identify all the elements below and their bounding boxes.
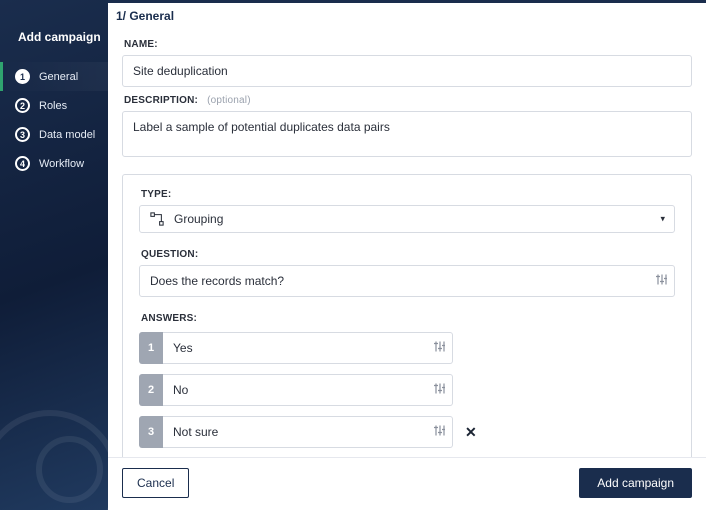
sidebar-title: Add campaign bbox=[0, 30, 108, 62]
sliders-icon[interactable] bbox=[434, 383, 445, 398]
sliders-icon[interactable] bbox=[656, 274, 667, 289]
submit-button[interactable]: Add campaign bbox=[579, 468, 692, 498]
description-label-text: DESCRIPTION: bbox=[124, 95, 198, 106]
answer-input-wrap bbox=[163, 416, 453, 448]
answer-input[interactable] bbox=[163, 374, 453, 406]
page-title: 1/ General bbox=[108, 3, 706, 31]
type-select[interactable]: Grouping bbox=[139, 205, 675, 233]
answers-label: ANSWERS: bbox=[141, 313, 675, 324]
sliders-icon[interactable] bbox=[434, 341, 445, 356]
footer: Cancel Add campaign bbox=[108, 457, 706, 510]
type-value: Grouping bbox=[174, 212, 223, 226]
sidebar: Add campaign 1 General 2 Roles 3 Data model 4W… bbox=[0, 0, 108, 510]
cancel-button[interactable]: Cancel bbox=[122, 468, 189, 498]
type-card: TYPE: Grouping ▾ QUESTION: bbox=[122, 174, 692, 457]
remove-answer-button[interactable]: ✕ bbox=[465, 416, 477, 448]
answer-number-badge: 2 bbox=[139, 374, 163, 406]
answer-number-badge: 3 bbox=[139, 416, 163, 448]
step-number-badge: 2 bbox=[15, 98, 30, 113]
step-number-badge: 4 bbox=[15, 156, 30, 171]
answer-input-wrap bbox=[163, 374, 453, 406]
answer-input[interactable] bbox=[163, 332, 453, 364]
type-label: TYPE: bbox=[141, 189, 675, 200]
description-input[interactable] bbox=[122, 111, 692, 157]
answer-number-badge: 1 bbox=[139, 332, 163, 364]
answer-input[interactable] bbox=[163, 416, 453, 448]
step-number-badge: 3 bbox=[15, 127, 30, 142]
sidebar-step-general[interactable]: 1 General bbox=[0, 62, 108, 91]
description-optional-hint: (optional) bbox=[207, 95, 251, 106]
sidebar-step-label: Roles bbox=[39, 100, 67, 112]
chevron-down-icon: ▾ bbox=[660, 214, 665, 225]
sidebar-step-label: Data model bbox=[39, 129, 95, 141]
answers-list: 123✕ bbox=[139, 332, 675, 448]
question-label: QUESTION: bbox=[141, 249, 675, 260]
sidebar-step-label: Workflow bbox=[39, 158, 84, 170]
sidebar-step-data-model[interactable]: 3 Data model bbox=[0, 120, 108, 149]
answer-row: 2 bbox=[139, 374, 675, 406]
question-input[interactable] bbox=[139, 265, 675, 297]
name-input[interactable] bbox=[122, 55, 692, 87]
answer-input-wrap bbox=[163, 332, 453, 364]
sidebar-step-label: General bbox=[39, 71, 78, 83]
answer-row: 3✕ bbox=[139, 416, 675, 448]
page-content: NAME: DESCRIPTION: (optional) TYPE: bbox=[108, 31, 706, 457]
sliders-icon[interactable] bbox=[434, 425, 445, 440]
sidebar-decoration bbox=[0, 410, 108, 510]
main-panel: 1/ General NAME: DESCRIPTION: (optional)… bbox=[108, 0, 706, 510]
sidebar-step-workflow[interactable]: 4 Workflow bbox=[0, 149, 108, 178]
answer-row: 1 bbox=[139, 332, 675, 364]
name-label: NAME: bbox=[124, 39, 692, 50]
grouping-icon bbox=[150, 212, 164, 226]
sidebar-step-roles[interactable]: 2 Roles bbox=[0, 91, 108, 120]
description-label: DESCRIPTION: (optional) bbox=[124, 95, 692, 106]
step-number-badge: 1 bbox=[15, 69, 30, 84]
